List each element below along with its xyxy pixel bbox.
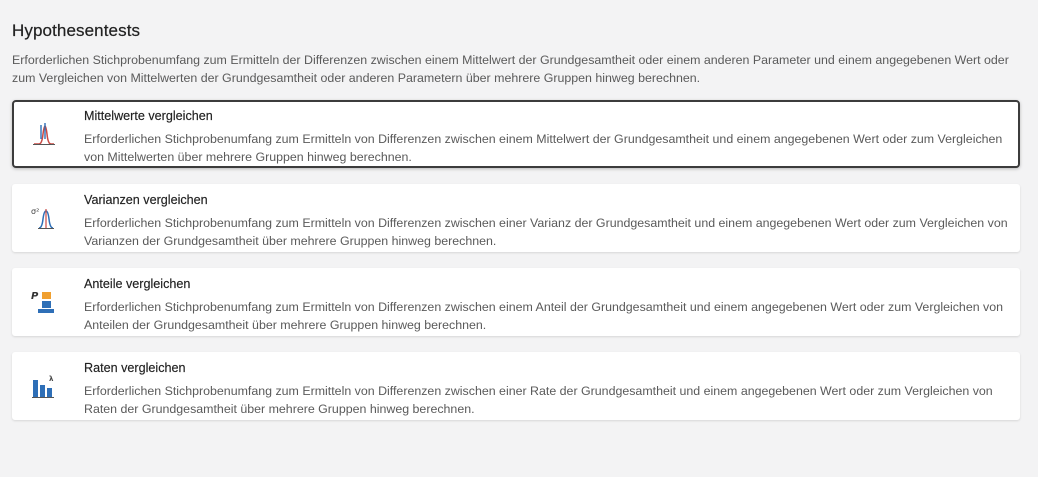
svg-text:σ²: σ² — [31, 207, 39, 216]
card-compare-means[interactable]: Mittelwerte vergleichen Erforderlichen S… — [12, 100, 1020, 168]
page-title: Hypothesentests — [12, 21, 141, 40]
card-description: Erforderlichen Stichprobenumfang zum Erm… — [84, 132, 1003, 164]
card-title: Varianzen vergleichen — [84, 193, 208, 207]
hypothesis-tests-page: Hypothesentests Erforderlichen Stichprob… — [12, 0, 1020, 436]
card-title: Mittelwerte vergleichen — [84, 109, 213, 123]
svg-text:λ: λ — [49, 375, 54, 383]
card-description: Erforderlichen Stichprobenumfang zum Erm… — [84, 216, 1008, 248]
compare-variances-icon: σ² — [30, 204, 58, 232]
card-compare-proportions[interactable]: P Anteile vergleichen Erforderlichen Sti… — [12, 268, 1020, 336]
card-description: Erforderlichen Stichprobenumfang zum Erm… — [84, 384, 993, 416]
page-description: Erforderlichen Stichprobenumfang zum Erm… — [12, 53, 1009, 85]
card-compare-rates[interactable]: λ Raten vergleichen Erforderlichen Stich… — [12, 352, 1020, 420]
compare-rates-icon: λ — [30, 372, 58, 400]
compare-proportions-icon: P — [30, 288, 58, 316]
svg-text:P: P — [31, 291, 39, 302]
card-title: Anteile vergleichen — [84, 277, 191, 291]
compare-means-icon — [30, 120, 58, 148]
test-options-list: Mittelwerte vergleichen Erforderlichen S… — [12, 100, 1020, 420]
card-title: Raten vergleichen — [84, 361, 186, 375]
card-description: Erforderlichen Stichprobenumfang zum Erm… — [84, 300, 1004, 332]
card-compare-variances[interactable]: σ² Varianzen vergleichen Erforderlichen … — [12, 184, 1020, 252]
